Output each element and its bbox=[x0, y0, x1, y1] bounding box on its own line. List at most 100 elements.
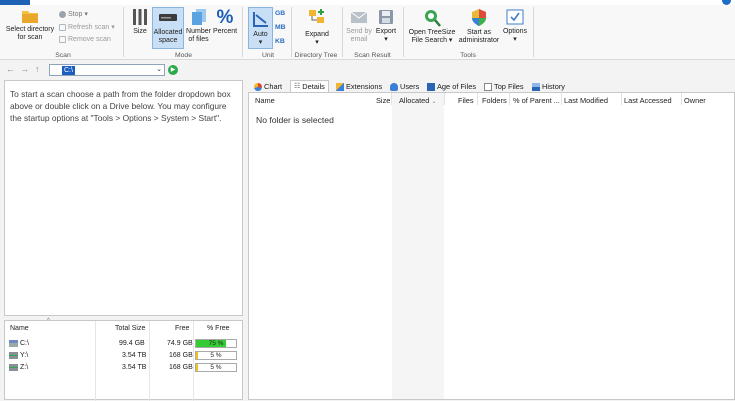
top-files-icon bbox=[484, 82, 492, 91]
address-bar: ← → ↑ C:\ ⌄ ▶ bbox=[0, 61, 246, 78]
sort-descending-icon: ⌄ bbox=[431, 99, 437, 105]
send-by-email-button[interactable]: Send by email bbox=[344, 8, 374, 44]
chevron-down-icon[interactable]: ⌄ bbox=[156, 65, 162, 73]
ribbon-separator bbox=[342, 7, 343, 57]
column-divider bbox=[681, 93, 682, 105]
tab-chart-label: Chart bbox=[264, 81, 283, 91]
back-arrow-icon[interactable]: ← bbox=[6, 64, 15, 74]
drive-free: 168 GB bbox=[169, 352, 193, 359]
network-drive-icon bbox=[9, 364, 18, 371]
group-label-tools: Tools bbox=[460, 52, 476, 59]
col-header-folders[interactable]: Folders bbox=[482, 96, 507, 105]
free-space-percent: 5 % bbox=[210, 364, 222, 371]
stop-icon bbox=[59, 10, 66, 18]
column-divider bbox=[621, 93, 622, 105]
drives-col-pct-free[interactable]: % Free bbox=[207, 325, 230, 332]
file-search-icon bbox=[425, 10, 441, 27]
network-drive-icon bbox=[9, 352, 18, 359]
kb-unit-button[interactable]: KB bbox=[275, 38, 285, 45]
group-label-mode: Mode bbox=[174, 52, 192, 59]
history-icon bbox=[532, 82, 540, 91]
path-value: C:\ bbox=[62, 66, 75, 75]
col-header-allocated[interactable]: Allocated ⌄ bbox=[399, 96, 437, 105]
percent-mode-button[interactable]: % Percent bbox=[212, 8, 238, 36]
drives-list: ^ Name Total Size Free % Free C:\ 99.4 G… bbox=[4, 318, 243, 401]
column-divider bbox=[391, 93, 392, 105]
stop-button[interactable]: Stop ▾ bbox=[59, 10, 88, 18]
up-arrow-icon[interactable]: ↑ bbox=[35, 64, 40, 74]
pie-chart-icon bbox=[254, 82, 262, 91]
remove-scan-button[interactable]: Remove scan bbox=[59, 36, 111, 43]
extensions-icon bbox=[336, 82, 344, 91]
drive-row[interactable]: Z:\ 3.54 TB 168 GB 5 % bbox=[5, 362, 242, 373]
export-button[interactable]: Export ▾ bbox=[373, 8, 399, 44]
expand-tree-icon bbox=[309, 9, 324, 23]
tab-age-label: Age of Files bbox=[437, 81, 477, 91]
start-scan-go-icon[interactable]: ▶ bbox=[168, 65, 178, 75]
group-label-unit: Unit bbox=[261, 52, 275, 59]
chevron-down-icon: ▾ bbox=[315, 39, 319, 46]
options-checkbox-icon bbox=[506, 9, 524, 25]
size-mode-button[interactable]: Size bbox=[129, 8, 151, 36]
free-space-bar: 5 % bbox=[195, 363, 237, 372]
allocated-space-mode-button[interactable]: Allocated space bbox=[152, 7, 184, 49]
number-of-files-mode-button[interactable]: Number of files bbox=[185, 8, 212, 44]
col-header-pct-of-parent[interactable]: % of Parent ... bbox=[513, 96, 560, 105]
group-label-directory-tree: Directory Tree bbox=[294, 52, 338, 59]
drives-col-free[interactable]: Free bbox=[175, 325, 189, 332]
ribbon-separator bbox=[533, 7, 534, 57]
column-divider bbox=[95, 321, 96, 401]
drives-col-total-size[interactable]: Total Size bbox=[115, 325, 145, 332]
drive-total: 99.4 GB bbox=[119, 340, 145, 347]
col-header-size[interactable]: Size bbox=[376, 96, 390, 105]
chevron-down-icon: ▾ bbox=[513, 36, 517, 43]
size-bars-icon bbox=[133, 9, 147, 25]
drive-row[interactable]: Y:\ 3.54 TB 168 GB 5 % bbox=[5, 350, 242, 361]
col-header-last-modified[interactable]: Last Modified bbox=[564, 96, 608, 105]
open-treesize-file-search-button[interactable]: Open TreeSize File Search ▾ bbox=[408, 8, 456, 45]
group-label-scan: Scan bbox=[55, 52, 71, 59]
gb-unit-button[interactable]: GB bbox=[275, 10, 285, 17]
drives-col-name[interactable]: Name bbox=[10, 325, 29, 332]
drive-name: Z:\ bbox=[20, 364, 29, 371]
start-as-administrator-button[interactable]: Start as administrator bbox=[457, 8, 501, 45]
startup-hint-text: To start a scan choose a path from the f… bbox=[10, 89, 231, 123]
chevron-down-icon: ▾ bbox=[111, 24, 115, 31]
chevron-down-icon: ▾ bbox=[258, 39, 263, 46]
auto-unit-button[interactable]: Auto ▾ bbox=[248, 7, 273, 49]
col-header-owner[interactable]: Owner bbox=[684, 96, 706, 105]
free-space-bar: 5 % bbox=[195, 351, 237, 360]
drive-c-icon bbox=[9, 340, 18, 347]
path-dropdown[interactable]: C:\ ⌄ bbox=[49, 64, 165, 76]
forward-arrow-icon[interactable]: → bbox=[20, 64, 29, 74]
empty-state-message: No folder is selected bbox=[256, 115, 334, 125]
drive-row[interactable]: C:\ 99.4 GB 74.9 GB 75 % bbox=[5, 338, 242, 349]
column-divider bbox=[444, 93, 445, 105]
refresh-icon bbox=[59, 23, 66, 31]
chevron-down-icon: ▾ bbox=[84, 11, 88, 18]
ribbon-separator bbox=[291, 7, 292, 57]
remove-icon bbox=[59, 36, 66, 43]
drive-total: 3.54 TB bbox=[122, 352, 147, 359]
folder-icon bbox=[22, 11, 38, 23]
expand-button[interactable]: Expand ▾ bbox=[298, 8, 336, 47]
details-table: Name Size Allocated ⌄ Files Folders % of… bbox=[248, 92, 735, 400]
save-icon bbox=[379, 10, 393, 24]
refresh-scan-button[interactable]: Refresh scan ▾ bbox=[59, 23, 115, 31]
col-header-name[interactable]: Name bbox=[255, 96, 275, 105]
hard-drive-icon bbox=[159, 14, 177, 21]
col-header-last-accessed[interactable]: Last Accessed bbox=[624, 96, 672, 105]
drive-name: C:\ bbox=[20, 340, 29, 347]
select-directory-button[interactable]: Select directory for scan bbox=[4, 8, 56, 42]
mb-unit-button[interactable]: MB bbox=[275, 24, 286, 31]
users-icon bbox=[390, 82, 398, 91]
tab-history-label: History bbox=[542, 81, 565, 91]
ribbon-separator bbox=[242, 7, 243, 57]
chevron-down-icon: ▾ bbox=[448, 37, 453, 44]
col-header-files[interactable]: Files bbox=[458, 96, 474, 105]
ribbon-separator bbox=[403, 7, 404, 57]
options-button[interactable]: Options ▾ bbox=[500, 8, 530, 44]
column-divider bbox=[509, 93, 510, 105]
drive-free: 74.9 GB bbox=[167, 340, 193, 347]
free-space-percent: 75 % bbox=[208, 340, 224, 347]
